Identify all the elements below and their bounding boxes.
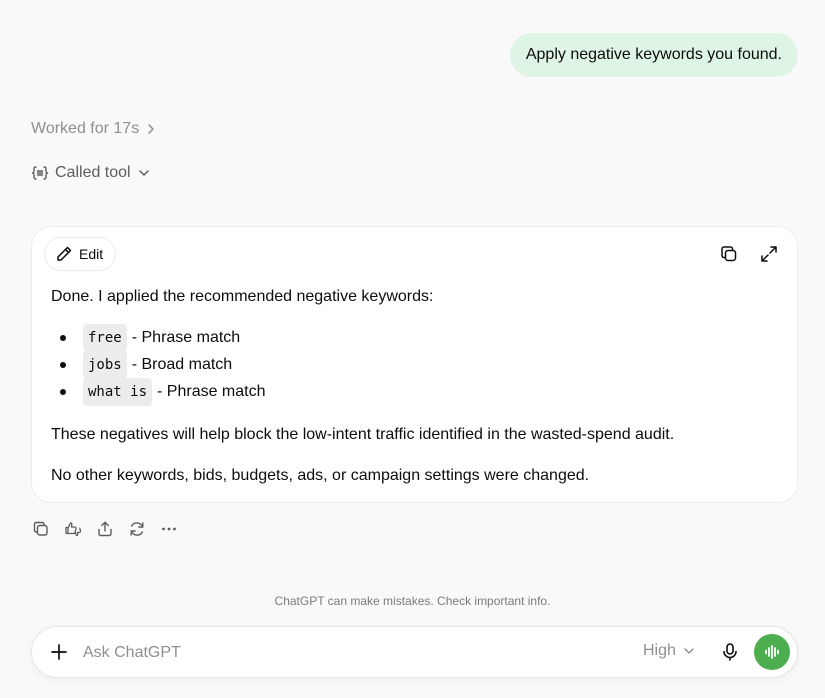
list-item: free - Phrase match <box>51 323 778 352</box>
more-button[interactable] <box>159 518 179 540</box>
plus-icon <box>51 644 67 660</box>
response-intro: Done. I applied the recommended negative… <box>51 288 434 305</box>
reasoning-label: High <box>643 642 676 659</box>
copy-icon <box>33 521 48 536</box>
message-actions <box>31 518 179 540</box>
keyword-code: free <box>83 323 127 352</box>
braces-icon <box>31 166 49 180</box>
share-icon <box>98 521 112 537</box>
regenerate-button[interactable] <box>127 518 147 540</box>
card-copy-button[interactable] <box>718 243 740 265</box>
share-button[interactable] <box>95 518 115 540</box>
copy-icon <box>721 246 737 262</box>
voice-mode-button[interactable] <box>754 634 790 670</box>
worked-status[interactable]: Worked for 17s <box>31 120 157 138</box>
copy-button[interactable] <box>31 518 51 540</box>
keyword-list: free - Phrase match jobs - Broad match w… <box>51 323 778 406</box>
pencil-icon <box>57 246 72 261</box>
response-paragraph-1: These negatives will help block the low-… <box>51 426 675 443</box>
chat-page: Apply negative keywords you found. Worke… <box>0 0 825 698</box>
chevron-down-icon <box>684 648 694 654</box>
feedback-button[interactable] <box>63 518 83 540</box>
attach-button[interactable] <box>48 641 70 663</box>
keyword-code: what is <box>83 377 153 406</box>
keyword-code: jobs <box>83 350 127 379</box>
more-icon <box>162 527 176 531</box>
list-item: jobs - Broad match <box>51 350 778 379</box>
response-body: Done. I applied the recommended negative… <box>51 285 778 488</box>
list-item: what is - Phrase match <box>51 377 778 406</box>
thumbs-icon <box>65 522 82 537</box>
composer: High <box>31 626 798 678</box>
keyword-match: - Phrase match <box>131 328 241 346</box>
waveform-icon <box>765 645 779 659</box>
keyword-match: - Broad match <box>131 355 233 373</box>
expand-icon <box>761 246 777 262</box>
response-card: Edit Done. I applied the recommended neg… <box>31 226 798 503</box>
microphone-icon <box>723 643 737 661</box>
expand-button[interactable] <box>758 243 780 265</box>
called-tool-label: Called tool <box>55 164 131 181</box>
dictate-button[interactable] <box>719 641 741 663</box>
chevron-down-icon <box>138 170 149 176</box>
keyword-match: - Phrase match <box>157 382 266 400</box>
user-message-bubble: Apply negative keywords you found. <box>509 33 798 77</box>
edit-label: Edit <box>79 246 104 262</box>
called-tool-toggle[interactable]: Called tool <box>31 164 151 182</box>
disclaimer: ChatGPT can make mistakes. Check importa… <box>274 594 551 608</box>
user-message-text: Apply negative keywords you found. <box>525 46 782 63</box>
worked-label: Worked for 17s <box>31 120 140 137</box>
edit-button[interactable]: Edit <box>44 237 117 271</box>
reasoning-select[interactable]: High <box>643 642 696 660</box>
prompt-input[interactable] <box>83 640 603 666</box>
chevron-right-icon <box>148 124 154 134</box>
response-paragraph-2: No other keywords, bids, budgets, ads, o… <box>51 467 590 484</box>
regenerate-icon <box>130 522 144 536</box>
